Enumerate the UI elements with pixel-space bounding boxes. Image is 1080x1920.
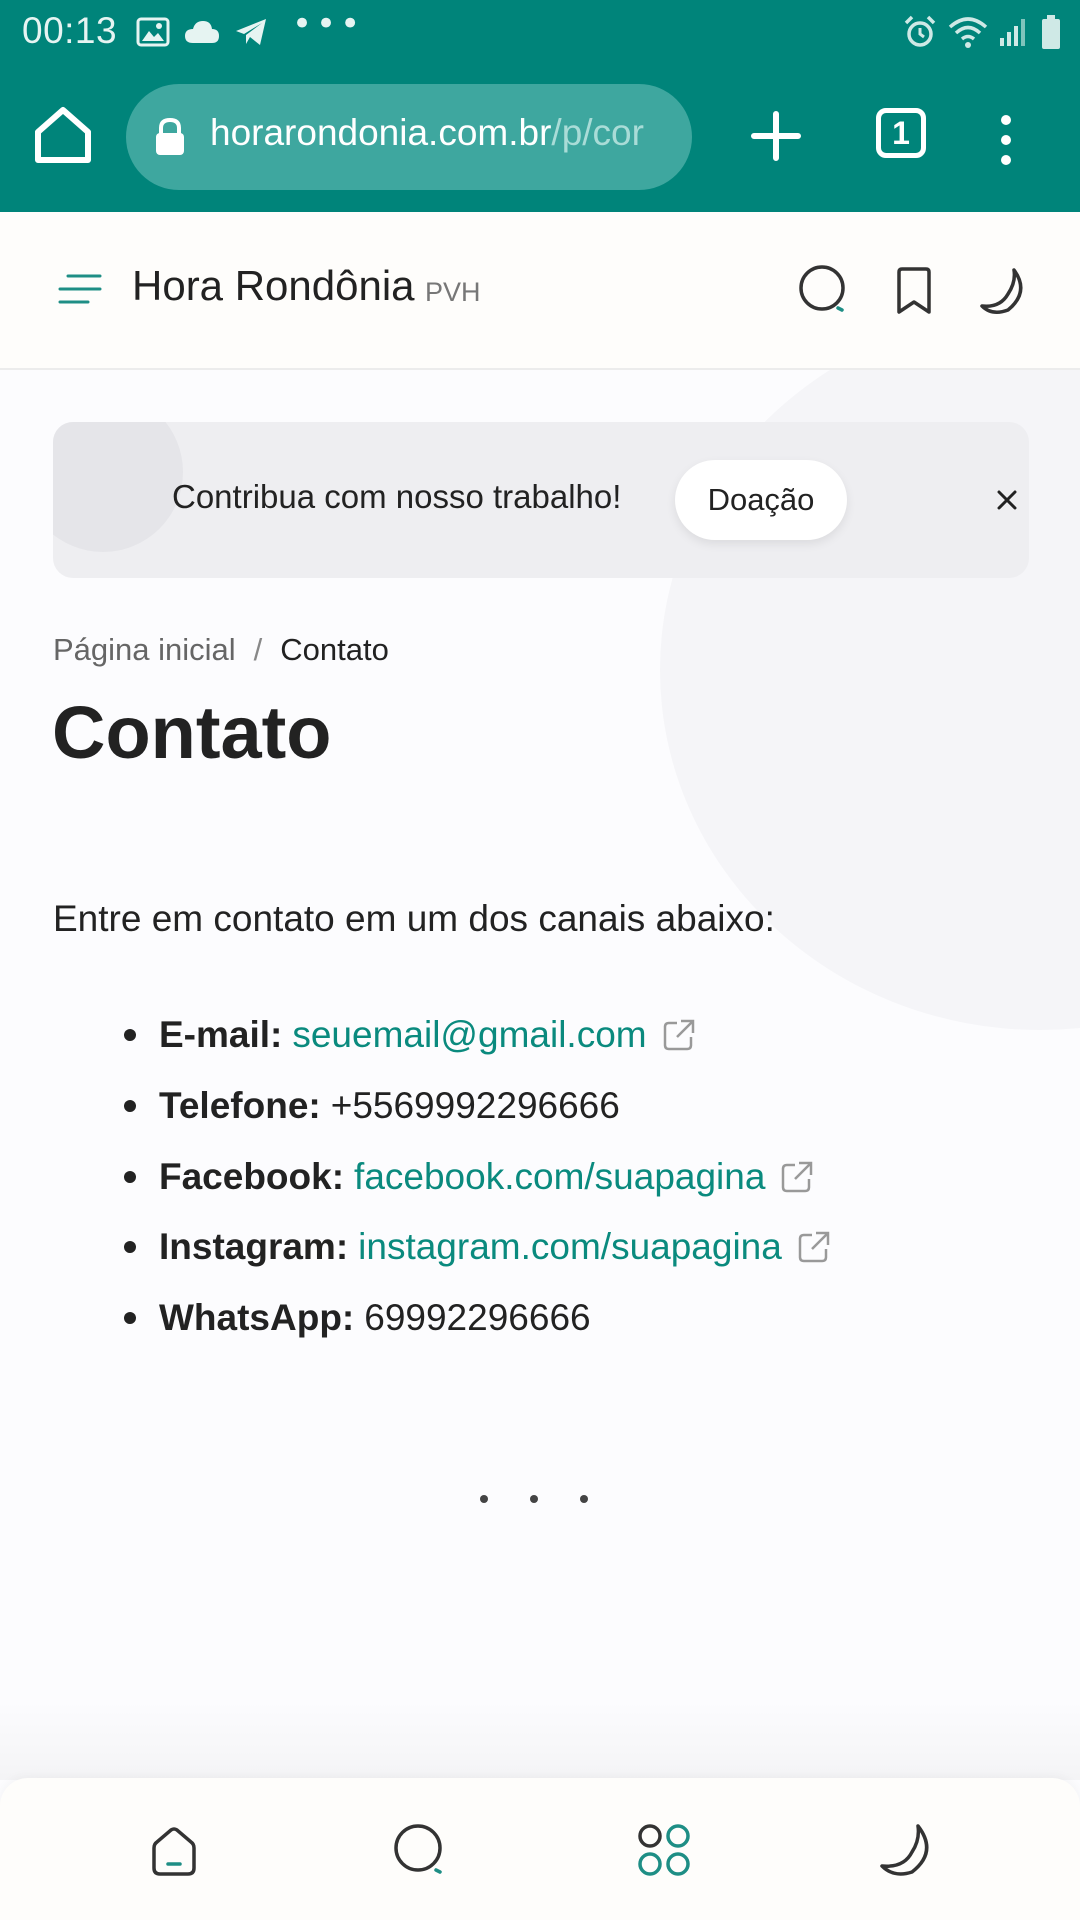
breadcrumb-current: Contato bbox=[280, 632, 389, 667]
list-item-instagram: Instagram: instagram.com/suapagina bbox=[124, 1217, 832, 1277]
alarm-icon bbox=[904, 15, 936, 47]
contact-label: WhatsApp: bbox=[159, 1297, 355, 1338]
whatsapp-value: 69992296666 bbox=[364, 1297, 591, 1338]
browser-menu-icon[interactable] bbox=[990, 112, 1022, 168]
lock-icon bbox=[156, 117, 184, 155]
tab-switcher-button[interactable]: 1 bbox=[876, 108, 926, 158]
external-link-icon bbox=[782, 1161, 813, 1193]
breadcrumb-home-link[interactable]: Página inicial bbox=[53, 632, 236, 667]
list-item-facebook: Facebook: facebook.com/suapagina bbox=[124, 1147, 815, 1207]
menu-icon[interactable] bbox=[56, 272, 102, 306]
external-link-icon bbox=[798, 1231, 830, 1263]
breadcrumb-separator: / bbox=[253, 632, 263, 667]
status-bar: 00:13 ••• bbox=[0, 0, 1080, 62]
donation-banner: Contribua com nosso trabalho! Doação bbox=[53, 422, 1029, 578]
facebook-link[interactable]: facebook.com/suapagina bbox=[354, 1156, 765, 1198]
bullet bbox=[124, 1171, 136, 1183]
contact-label: Facebook: bbox=[159, 1156, 345, 1197]
search-icon[interactable] bbox=[798, 264, 850, 316]
contact-label: Telefone: bbox=[159, 1085, 321, 1126]
site-brand[interactable]: Hora Rondônia bbox=[132, 262, 415, 310]
search-icon[interactable] bbox=[390, 1820, 450, 1880]
external-link-icon bbox=[663, 1019, 694, 1051]
status-notification-icons: ••• bbox=[136, 4, 364, 52]
list-item-whatsapp: WhatsApp: 69992296666 bbox=[124, 1288, 591, 1348]
browser-toolbar: horarondonia.com.br/p/cor 1 bbox=[0, 62, 1080, 212]
gallery-icon bbox=[136, 17, 170, 47]
content-background bbox=[0, 370, 1080, 1770]
site-brand-sub: PVH bbox=[425, 277, 481, 307]
breadcrumb: Página inicial / Contato bbox=[53, 632, 389, 668]
bookmark-icon[interactable] bbox=[894, 266, 934, 316]
wifi-icon bbox=[948, 17, 988, 48]
banner-text: Contribua com nosso trabalho! bbox=[172, 478, 622, 515]
url-path: /p/cor bbox=[551, 112, 644, 153]
telegram-icon bbox=[236, 19, 266, 45]
url-host: horarondonia.com.br bbox=[210, 112, 552, 153]
phone-value: +5569992296666 bbox=[330, 1085, 620, 1126]
signal-icon bbox=[1000, 19, 1025, 46]
close-icon[interactable] bbox=[993, 486, 1021, 514]
email-link[interactable]: seuemail@gmail.com bbox=[292, 1014, 646, 1056]
home-icon[interactable] bbox=[144, 1820, 204, 1880]
url-text: horarondonia.com.br/p/cor bbox=[210, 112, 644, 154]
site-header: Hora Rondônia PVH bbox=[0, 212, 1080, 370]
bottom-nav bbox=[0, 1778, 1080, 1920]
list-item-phone: Telefone: +5569992296666 bbox=[124, 1076, 620, 1136]
donate-button[interactable]: Doação bbox=[675, 460, 847, 540]
more-notifications-icon: ••• bbox=[292, 4, 365, 44]
bullet bbox=[124, 1100, 136, 1112]
bullet bbox=[124, 1241, 136, 1253]
contact-label: E-mail: bbox=[159, 1014, 283, 1055]
divider-dot bbox=[480, 1495, 488, 1503]
section-divider-dots bbox=[480, 1495, 588, 1503]
apps-icon[interactable] bbox=[634, 1820, 694, 1880]
bullet bbox=[124, 1312, 136, 1324]
status-system-icons bbox=[902, 12, 1062, 52]
new-tab-icon[interactable] bbox=[746, 106, 806, 166]
instagram-link[interactable]: instagram.com/suapagina bbox=[358, 1226, 782, 1268]
bottom-fade bbox=[0, 1700, 1080, 1780]
address-bar[interactable]: horarondonia.com.br/p/cor bbox=[126, 84, 692, 190]
divider-dot bbox=[580, 1495, 588, 1503]
battery-icon bbox=[1042, 15, 1060, 49]
list-item-email: E-mail: seuemail@gmail.com bbox=[124, 1005, 697, 1065]
cloud-icon bbox=[185, 21, 219, 43]
moon-icon[interactable] bbox=[876, 1820, 936, 1880]
contact-label: Instagram: bbox=[159, 1226, 349, 1267]
banner-decoration bbox=[53, 422, 183, 552]
intro-text: Entre em contato em um dos canais abaixo… bbox=[53, 898, 775, 939]
bullet bbox=[124, 1029, 136, 1041]
divider-dot bbox=[530, 1495, 538, 1503]
moon-icon[interactable] bbox=[978, 266, 1028, 316]
page-title: Contato bbox=[52, 691, 332, 774]
browser-home-icon[interactable] bbox=[30, 102, 96, 168]
status-time: 00:13 bbox=[22, 10, 118, 51]
